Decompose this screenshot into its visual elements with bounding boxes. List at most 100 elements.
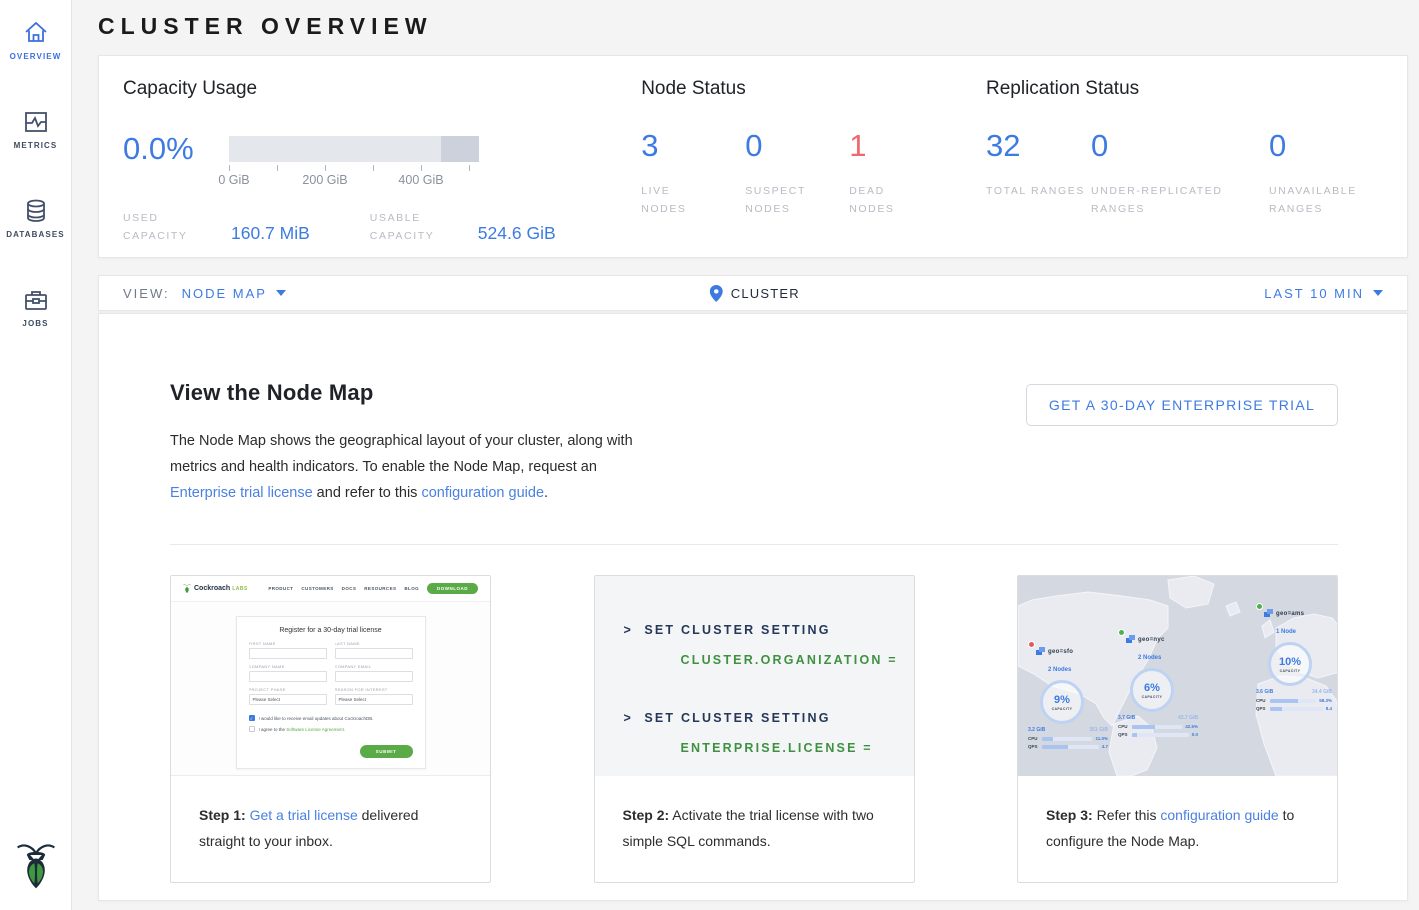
briefcase-icon	[23, 287, 49, 313]
enterprise-trial-button[interactable]: GET A 30-DAY ENTERPRISE TRIAL	[1026, 384, 1338, 426]
mini-checkbox-unchecked	[249, 726, 255, 732]
mini-registration-form: Register for a 30-day trial license FIRS…	[236, 616, 426, 769]
sql-command-line: > SET CLUSTER SETTING	[624, 623, 914, 637]
cockroach-labs-logo	[0, 839, 72, 896]
mini-checkbox-label: I agree to the Software License Agreemen…	[259, 727, 346, 732]
nodes-stack-icon	[1264, 605, 1273, 623]
axis-label-400gib: 400 GiB	[398, 173, 443, 187]
under-replicated-ranges-value: 0	[1091, 130, 1269, 162]
logo-text: Cockroach	[194, 585, 230, 592]
mini-field-label: REASON FOR INTEREST	[335, 687, 413, 692]
view-mode-value: NODE MAP	[182, 286, 267, 301]
metrics-icon	[23, 109, 49, 135]
mini-checkbox-checked: ✓	[249, 715, 255, 721]
locality-name: geo=sfo	[1048, 649, 1073, 655]
suspect-nodes-label: SUSPECT NODES	[745, 182, 823, 218]
step1-caption: Step 1: Get a trial license delivered st…	[171, 776, 490, 854]
total-ranges-label: TOTAL RANGES	[986, 182, 1091, 200]
cockroach-bug-icon	[183, 583, 191, 594]
status-dot-dead-icon	[1028, 641, 1035, 648]
node-status-title: Node Status	[641, 78, 986, 100]
node-map-preview: geo=sfo 2 Nodes 9% CAPACITY 3.2 GiB 351 …	[1018, 576, 1337, 776]
node-status-section: Node Status 3 LIVE NODES 0 SUSPECT NODES…	[641, 78, 986, 257]
live-nodes-stat: 3 LIVE NODES	[641, 130, 745, 218]
capacity-axis-ticks	[229, 165, 479, 172]
sidebar-item-jobs[interactable]: JOBS	[0, 283, 71, 336]
sidebar-item-label: OVERVIEW	[0, 52, 71, 61]
locality-name: geo=nyc	[1138, 637, 1165, 643]
capacity-bar-used-segment	[441, 136, 479, 162]
cluster-breadcrumb-label: CLUSTER	[731, 286, 800, 301]
sql-command-line: > SET CLUSTER SETTING	[624, 711, 914, 725]
configuration-guide-link[interactable]: configuration guide	[1160, 807, 1278, 823]
breadcrumb-cluster: CLUSTER	[710, 285, 800, 302]
capacity-percent: 0.0%	[123, 134, 229, 189]
node-map-panel: View the Node Map The Node Map shows the…	[98, 313, 1408, 901]
mini-field-label: PROJECT PHASE	[249, 687, 327, 692]
axis-label-200gib: 200 GiB	[302, 173, 347, 187]
capacity-usage-section: Capacity Usage 0.0% 0 GiB 200 GiB 400 Gi…	[123, 78, 641, 257]
mini-nav-product: PRODUCT	[268, 586, 293, 591]
time-range-value: LAST 10 MIN	[1264, 286, 1364, 301]
mini-nav-customers: CUSTOMERS	[301, 586, 333, 591]
locality-nyc: geo=nyc 2 Nodes 6% CAPACITY 3.7 GiB 43.7	[1118, 628, 1198, 737]
status-dot-live-icon	[1118, 629, 1125, 636]
nodes-stack-icon	[1126, 631, 1135, 649]
chevron-down-icon	[1373, 290, 1383, 296]
registration-screenshot: Cockroach LABS PRODUCT CUSTOMERS DOCS RE…	[171, 576, 490, 776]
usable-capacity-value: 524.6 GiB	[478, 223, 556, 245]
view-mode-dropdown[interactable]: NODE MAP	[182, 286, 286, 301]
mini-select: Please Select	[249, 694, 327, 705]
status-dot-live-icon	[1256, 603, 1263, 610]
used-capacity-value: 160.7 MiB	[231, 223, 310, 245]
capacity-gauge: 10% CAPACITY	[1268, 642, 1312, 686]
unavailable-ranges-stat: 0 UNAVAILABLE RANGES	[1269, 130, 1379, 218]
mini-field-label: FIRST NAME	[249, 641, 327, 646]
time-range-dropdown[interactable]: LAST 10 MIN	[1264, 286, 1383, 301]
sidebar-item-label: JOBS	[0, 319, 71, 328]
step2-caption: Step 2: Activate the trial license with …	[595, 776, 914, 854]
total-ranges-value: 32	[986, 130, 1091, 162]
mini-checkbox-label: I would like to receive email updates ab…	[259, 716, 374, 721]
page-title: CLUSTER OVERVIEW	[98, 13, 1408, 40]
enterprise-trial-license-link[interactable]: Enterprise trial license	[170, 485, 313, 501]
configuration-guide-link[interactable]: configuration guide	[421, 485, 544, 501]
under-replicated-ranges-label: UNDER-REPLICATED RANGES	[1091, 182, 1251, 218]
mini-field-label: COMPANY NAME	[249, 664, 327, 669]
usable-capacity-stat: USABLE CAPACITY 524.6 GiB	[370, 209, 556, 245]
capacity-bar: 0 GiB 200 GiB 400 GiB	[229, 134, 479, 189]
view-toolbar: VIEW: NODE MAP CLUSTER LAST 10 MIN	[98, 275, 1408, 311]
suspect-nodes-stat: 0 SUSPECT NODES	[745, 130, 849, 218]
nodes-stack-icon	[1036, 643, 1045, 661]
cluster-summary-panel: Capacity Usage 0.0% 0 GiB 200 GiB 400 Gi…	[98, 55, 1408, 258]
dead-nodes-stat: 1 DEAD NODES	[849, 130, 953, 218]
home-icon	[23, 20, 49, 46]
view-label: VIEW:	[123, 286, 170, 301]
locality-name: geo=ams	[1276, 611, 1304, 617]
step3-caption: Step 3: Refer this configuration guide t…	[1018, 776, 1337, 854]
database-icon	[23, 198, 49, 224]
sql-command-argument: CLUSTER.ORGANIZATION =	[681, 653, 914, 667]
mini-download-button: DOWNLOAD	[427, 583, 478, 594]
sql-command-argument: ENTERPRISE.LICENSE =	[681, 741, 914, 755]
capacity-gauge: 6% CAPACITY	[1130, 668, 1174, 712]
mini-field-label: LAST NAME	[335, 641, 413, 646]
mini-field-label: COMPANY EMAIL	[335, 664, 413, 669]
unavailable-ranges-label: UNAVAILABLE RANGES	[1269, 182, 1379, 218]
sidebar-item-databases[interactable]: DATABASES	[0, 194, 71, 247]
step2-card: > SET CLUSTER SETTING CLUSTER.ORGANIZATI…	[594, 575, 915, 883]
location-pin-icon	[710, 285, 723, 302]
used-capacity-stat: USED CAPACITY 160.7 MiB	[123, 209, 310, 245]
live-nodes-label: LIVE NODES	[641, 182, 719, 218]
get-trial-license-link[interactable]: Get a trial license	[250, 807, 358, 823]
step3-card: geo=sfo 2 Nodes 9% CAPACITY 3.2 GiB 351 …	[1017, 575, 1338, 883]
section-divider	[170, 544, 1338, 545]
suspect-nodes-value: 0	[745, 130, 849, 162]
locality-nodes: 1 Node	[1276, 629, 1296, 635]
capacity-bar-track	[229, 136, 479, 162]
locality-ams: geo=ams 1 Node 10% CAPACITY 3.6 GiB 34.4	[1256, 602, 1332, 711]
capacity-gauge: 9% CAPACITY	[1040, 680, 1084, 724]
dead-nodes-value: 1	[849, 130, 953, 162]
sidebar-item-metrics[interactable]: METRICS	[0, 105, 71, 158]
sidebar-item-overview[interactable]: OVERVIEW	[0, 16, 71, 69]
